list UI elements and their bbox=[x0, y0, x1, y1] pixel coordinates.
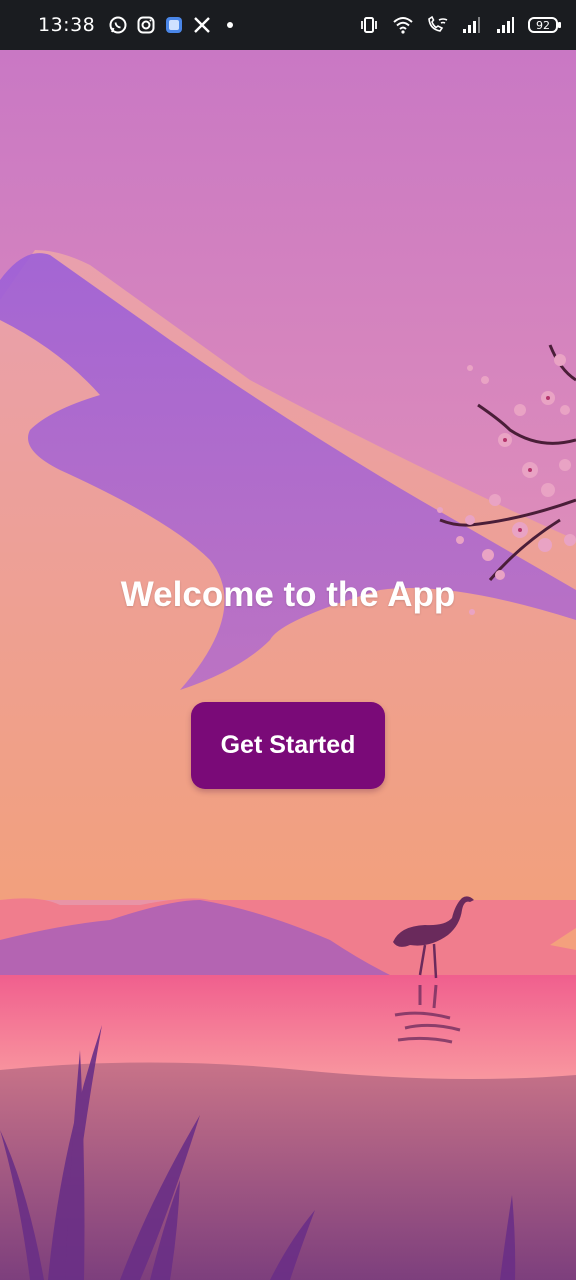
dot-icon bbox=[219, 14, 241, 36]
background-illustration bbox=[0, 50, 576, 1280]
instagram-icon bbox=[135, 14, 157, 36]
whatsapp-icon bbox=[107, 14, 129, 36]
system-status-icons: 92 bbox=[358, 14, 561, 36]
wifi-icon bbox=[392, 14, 414, 36]
battery-icon: 92 bbox=[528, 17, 561, 33]
x-icon bbox=[191, 14, 213, 36]
screen: 13:38 92 Welcome to the App Get Started bbox=[0, 0, 576, 1280]
signal-icon bbox=[494, 14, 516, 36]
vibrate-icon bbox=[358, 14, 380, 36]
get-started-button[interactable]: Get Started bbox=[191, 702, 385, 789]
page-title: Welcome to the App bbox=[120, 575, 456, 614]
battery-level: 92 bbox=[536, 18, 550, 32]
status-bar: 13:38 92 bbox=[0, 0, 576, 50]
wifi-calling-icon bbox=[426, 14, 448, 36]
signal-icon bbox=[460, 14, 482, 36]
status-time: 13:38 bbox=[38, 14, 96, 36]
app-icon bbox=[163, 14, 185, 36]
